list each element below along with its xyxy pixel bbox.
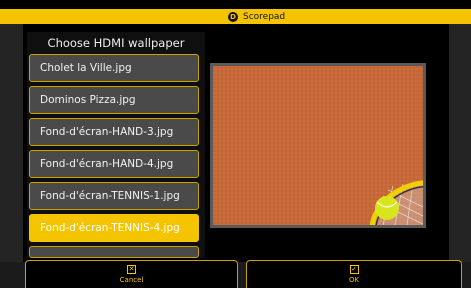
tennis-clay-court-image [213,66,423,225]
status-bar [0,0,471,9]
file-item-selected[interactable]: Fond-d'écran-TENNIS-4.jpg [29,214,199,242]
file-item[interactable]: Cholet la Ville.jpg [29,54,199,82]
scorepad-logo-icon: D [228,11,238,22]
file-item[interactable]: Fond-d'écran-TENNIS-1.jpg [29,182,199,210]
background-app-right [449,24,471,262]
check-icon: ✓ [349,265,359,274]
ok-label: OK [348,276,360,284]
file-list[interactable]: Choose HDMI wallpaper Cholet la Ville.jp… [27,32,205,258]
wallpaper-dialog: Choose HDMI wallpaper Cholet la Ville.jp… [23,24,449,262]
dialog-title: Choose HDMI wallpaper [47,36,185,50]
file-item-partial[interactable] [29,246,199,258]
cancel-button[interactable]: ✕ Cancel [25,260,238,288]
wallpaper-preview [210,63,426,228]
file-item[interactable]: Dominos Pizza.jpg [29,86,199,114]
cancel-label: Cancel [119,276,144,284]
app-title: Scorepad [243,11,286,22]
ok-button[interactable]: ✓ OK [246,260,462,288]
close-icon: ✕ [127,265,136,274]
title-bar: D Scorepad [0,9,471,24]
file-item[interactable]: Fond-d'écran-HAND-4.jpg [29,150,199,178]
file-item[interactable]: Fond-d'écran-HAND-3.jpg [29,118,199,146]
app-background: D Scorepad Choose HDMI wallpaper Cholet … [0,0,471,288]
background-app-left [0,24,23,262]
